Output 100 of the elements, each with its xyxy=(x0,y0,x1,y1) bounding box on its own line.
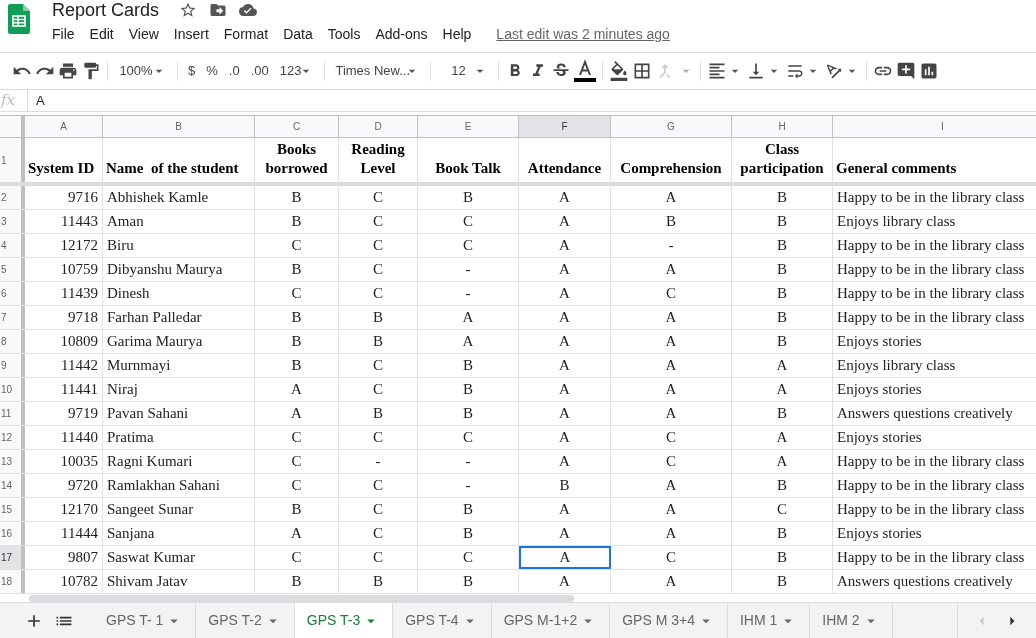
table-cell: C xyxy=(255,474,339,497)
row-header[interactable]: 11 xyxy=(0,402,25,425)
table-cell: Happy to be in the library class xyxy=(833,258,1036,281)
table-cell: B xyxy=(339,570,418,593)
menu-item[interactable]: Edit xyxy=(89,23,114,45)
table-cell: B xyxy=(732,546,833,569)
row-header[interactable]: 13 xyxy=(0,450,25,473)
table-cell: C xyxy=(339,210,418,233)
table-cell: A xyxy=(519,234,611,257)
table-cell: - xyxy=(418,474,519,497)
menu-item[interactable]: File xyxy=(52,23,75,45)
table-cell: C xyxy=(255,546,339,569)
table-cell: Happy to be in the library class xyxy=(833,306,1036,329)
column-header[interactable]: B xyxy=(103,116,255,137)
row-header[interactable]: 17 xyxy=(0,546,25,569)
table-cell: Happy to be in the library class xyxy=(833,498,1036,521)
row-header[interactable]: 15 xyxy=(0,498,25,521)
row-header[interactable]: 8 xyxy=(0,330,25,353)
table-cell: 9719 xyxy=(25,402,103,425)
sheet-tab[interactable]: IHM 2 xyxy=(810,603,893,638)
menu-item[interactable]: Data xyxy=(283,23,313,45)
table-cell: 12170 xyxy=(25,498,103,521)
document-title[interactable]: Report Cards xyxy=(52,1,160,19)
row-header[interactable]: 10 xyxy=(0,378,25,401)
column-header[interactable]: I xyxy=(833,116,1036,137)
table-cell: Pavan Sahani xyxy=(103,402,255,425)
table-cell: C xyxy=(255,282,339,305)
sheet-tab[interactable]: IHM 1 xyxy=(727,603,811,638)
column-header[interactable]: D xyxy=(339,116,418,137)
table-cell: A xyxy=(611,402,732,425)
row-header[interactable]: 9 xyxy=(0,354,25,377)
zoom-dropdown[interactable]: 100% xyxy=(114,57,171,85)
table-cell: A xyxy=(519,522,611,545)
row-header[interactable]: 2 xyxy=(0,186,25,209)
table-cell: B xyxy=(611,210,732,233)
table-cell: B xyxy=(418,498,519,521)
table-cell: A xyxy=(519,354,611,377)
last-edit-link[interactable]: Last edit was 2 minutes ago xyxy=(496,23,670,45)
number-format-dropdown[interactable]: 123 xyxy=(275,57,319,85)
table-cell: A xyxy=(611,330,732,353)
font-dropdown[interactable]: Times New... xyxy=(331,57,425,85)
table-cell: C xyxy=(339,546,418,569)
menu-item[interactable]: Insert xyxy=(173,23,209,45)
header-cell: Book Talk xyxy=(435,159,501,178)
table-cell: Garima Maurya xyxy=(103,330,255,353)
formula-field[interactable]: A xyxy=(36,90,1036,111)
table-cell: C xyxy=(611,282,732,305)
table-cell: Ragni Kumari xyxy=(103,450,255,473)
column-header[interactable]: A xyxy=(25,116,103,137)
sheet-tab[interactable]: GPS T-2 xyxy=(196,603,295,638)
menu-item[interactable]: Help xyxy=(442,23,472,45)
table-cell: 10035 xyxy=(25,450,103,473)
table-cell: B xyxy=(255,306,339,329)
currency-button[interactable]: $ xyxy=(184,57,200,85)
table-cell: Abhishek Kamle xyxy=(103,186,255,209)
percent-button[interactable]: % xyxy=(202,57,222,85)
increase-decimals-button[interactable]: .00 xyxy=(246,57,273,85)
row-header[interactable]: 6 xyxy=(0,282,25,305)
column-header[interactable]: F xyxy=(519,116,611,137)
row-header[interactable]: 4 xyxy=(0,234,25,257)
menu-item[interactable]: Format xyxy=(223,23,269,45)
table-cell: A xyxy=(732,426,833,449)
sheet-tab[interactable]: GPS T-4 xyxy=(393,603,492,638)
column-header[interactable]: H xyxy=(732,116,833,137)
font-size-dropdown[interactable]: 12 xyxy=(437,57,493,85)
table-cell: 11440 xyxy=(25,426,103,449)
column-header[interactable]: C xyxy=(255,116,339,137)
table-cell: A xyxy=(732,378,833,401)
sheet-tab[interactable]: GPS M-1+2 xyxy=(491,603,611,638)
table-cell: Pratima xyxy=(103,426,255,449)
row-header[interactable]: 5 xyxy=(0,258,25,281)
menu-item[interactable]: Tools xyxy=(327,23,361,45)
sheet-tab[interactable]: GPS M 3+4 xyxy=(610,603,728,638)
table-cell: Enjoys stories xyxy=(833,522,1036,545)
row-header[interactable]: 1 xyxy=(0,138,25,182)
row-header[interactable]: 12 xyxy=(0,426,25,449)
table-cell: Happy to be in the library class xyxy=(833,474,1036,497)
row-header[interactable]: 7 xyxy=(0,306,25,329)
row-header[interactable]: 16 xyxy=(0,522,25,545)
table-cell: Murnmayi xyxy=(103,354,255,377)
table-cell: A xyxy=(611,498,732,521)
table-cell: 10782 xyxy=(25,570,103,593)
table-cell: Happy to be in the library class xyxy=(833,546,1036,569)
column-header[interactable]: G xyxy=(611,116,732,137)
table-cell: C xyxy=(339,282,418,305)
sheet-tab[interactable]: GPS T-3 xyxy=(294,603,394,638)
decrease-decimals-button[interactable]: .0 xyxy=(224,57,244,85)
row-header[interactable]: 3 xyxy=(0,210,25,233)
table-cell: B xyxy=(418,354,519,377)
header-cell: System ID xyxy=(28,159,95,178)
table-cell: A xyxy=(732,354,833,377)
row-header[interactable]: 14 xyxy=(0,474,25,497)
row-header[interactable]: 18 xyxy=(0,570,25,593)
sheet-tab[interactable]: GPS T- 1 xyxy=(94,603,197,638)
table-cell: Happy to be in the library class xyxy=(833,186,1036,209)
table-cell: 10759 xyxy=(25,258,103,281)
table-cell: - xyxy=(339,450,418,473)
table-cell: B xyxy=(255,258,339,281)
menu-item[interactable]: View xyxy=(128,23,159,45)
menu-item[interactable]: Add-ons xyxy=(375,23,428,45)
